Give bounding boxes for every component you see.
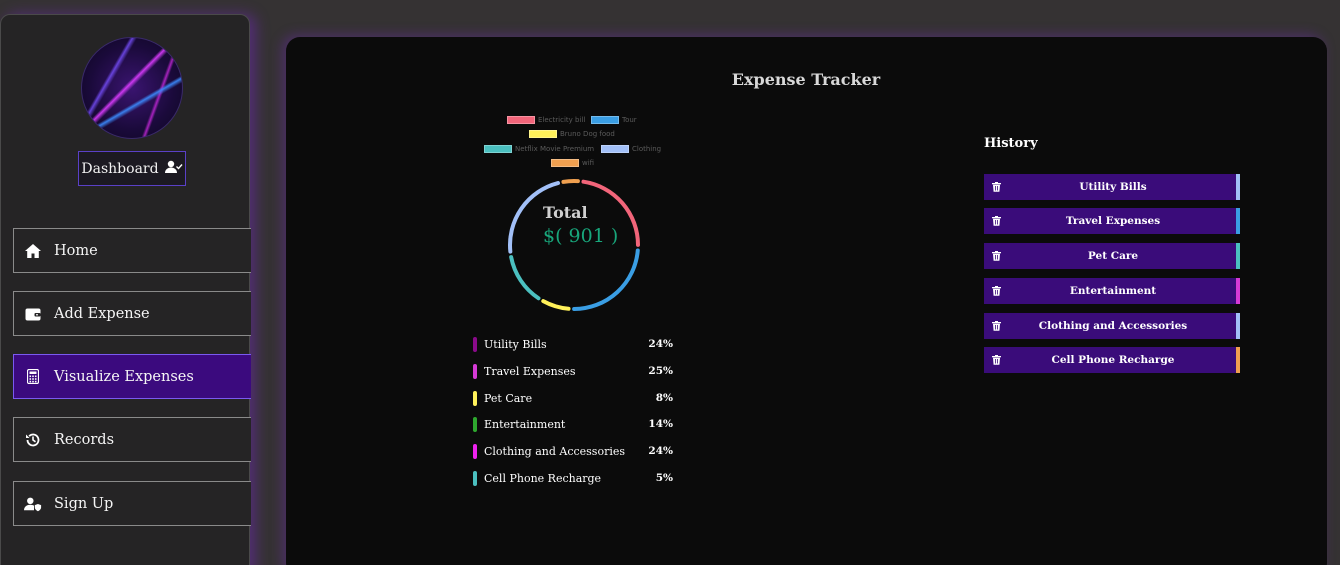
dashboard-button[interactable]: Dashboard: [78, 151, 186, 186]
history-accent: [1236, 347, 1240, 373]
category-percent: 5%: [655, 472, 673, 484]
sidebar-item-label: Home: [54, 242, 98, 259]
wallet-icon: [24, 305, 42, 323]
history-accent: [1236, 174, 1240, 200]
history-label: Entertainment: [1069, 285, 1157, 297]
history-accent: [1236, 243, 1240, 269]
sidebar-item-records[interactable]: Records: [13, 417, 251, 462]
history-accent: [1236, 313, 1240, 339]
category-name: Travel Expenses: [484, 364, 576, 378]
legend-item[interactable]: wifi: [551, 159, 594, 167]
history-icon: [24, 431, 42, 449]
trash-icon[interactable]: [984, 286, 1008, 296]
donut-segment[interactable]: [561, 179, 580, 184]
history-label: Travel Expenses: [1065, 215, 1161, 227]
dashboard-label: Dashboard: [81, 160, 159, 177]
category-color-bar: [473, 390, 477, 406]
donut-segment[interactable]: [509, 255, 541, 301]
category-percent: 14%: [648, 418, 673, 430]
trash-icon[interactable]: [984, 251, 1008, 261]
legend-label: Tour: [622, 116, 637, 124]
category-color-bar: [473, 336, 477, 352]
sidebar-item-visualize-expenses[interactable]: Visualize Expenses: [13, 354, 251, 399]
category-color-bar: [473, 470, 477, 486]
legend-label: Netflix Movie Premium: [515, 145, 595, 153]
history-label: Pet Care: [1087, 250, 1139, 262]
trash-icon[interactable]: [984, 355, 1008, 365]
donut-segment[interactable]: [541, 299, 571, 311]
trash-icon[interactable]: [984, 321, 1008, 331]
main-panel: Expense Tracker Electricity bill Tour Br…: [286, 37, 1327, 565]
category-name: Pet Care: [484, 391, 533, 405]
legend-swatch: [529, 130, 557, 138]
legend-item[interactable]: Electricity bill: [507, 116, 585, 124]
legend-item[interactable]: Clothing: [601, 145, 661, 153]
legend-label: Electricity bill: [538, 116, 586, 124]
history-item[interactable]: Utility Bills: [984, 174, 1240, 200]
sidebar-item-home[interactable]: Home: [13, 228, 251, 273]
legend-item[interactable]: Tour: [591, 116, 637, 124]
avatar: [81, 37, 183, 139]
category-row: Pet Care 8%: [473, 390, 673, 406]
sidebar-item-sign-up[interactable]: Sign Up: [13, 481, 251, 526]
legend-item[interactable]: Bruno Dog food: [529, 130, 615, 138]
category-name: Cell Phone Recharge: [484, 471, 602, 485]
history-title: History: [984, 136, 1038, 151]
legend-label: Bruno Dog food: [560, 130, 615, 138]
history-item[interactable]: Pet Care: [984, 243, 1240, 269]
user-check-icon: [164, 160, 183, 178]
home-icon: [24, 242, 42, 260]
donut-total-amount: $( 901 ): [543, 225, 619, 247]
legend-item[interactable]: Netflix Movie Premium: [484, 145, 594, 153]
category-name: Entertainment: [484, 417, 566, 431]
history-accent: [1236, 278, 1240, 304]
category-percent: 24%: [648, 338, 673, 350]
legend-label: Clothing: [632, 145, 662, 153]
category-name: Utility Bills: [484, 337, 547, 351]
legend-swatch: [484, 145, 512, 153]
category-percent: 25%: [648, 365, 673, 377]
category-color-bar: [473, 363, 477, 379]
history-label: Clothing and Accessories: [1038, 320, 1188, 332]
category-percent: 8%: [655, 392, 673, 404]
history-label: Cell Phone Recharge: [1051, 354, 1175, 366]
legend-swatch: [591, 116, 619, 124]
category-row: Entertainment 14%: [473, 416, 673, 432]
donut-segment[interactable]: [572, 248, 640, 311]
sidebar-item-label: Visualize Expenses: [54, 368, 194, 385]
history-item[interactable]: Entertainment: [984, 278, 1240, 304]
sidebar-item-add-expense[interactable]: Add Expense: [13, 291, 251, 336]
calculator-icon: [24, 368, 42, 386]
history-item[interactable]: Cell Phone Recharge: [984, 347, 1240, 373]
category-row: Travel Expenses 25%: [473, 363, 673, 379]
user-shield-icon: [24, 495, 42, 513]
sidebar: Dashboard Home Add Expense Visualize Exp…: [0, 14, 251, 565]
category-color-bar: [473, 416, 477, 432]
donut-total-label: Total: [543, 203, 588, 222]
history-item[interactable]: Clothing and Accessories: [984, 313, 1240, 339]
category-percent: 24%: [648, 445, 673, 457]
history-item[interactable]: Travel Expenses: [984, 208, 1240, 234]
legend-swatch: [551, 159, 579, 167]
legend-swatch: [507, 116, 535, 124]
sidebar-item-label: Records: [54, 431, 115, 448]
category-name: Clothing and Accessories: [484, 444, 626, 458]
category-row: Clothing and Accessories 24%: [473, 443, 673, 459]
category-row: Utility Bills 24%: [473, 336, 673, 352]
legend-label: wifi: [582, 159, 595, 167]
history-accent: [1236, 208, 1240, 234]
sidebar-item-label: Sign Up: [54, 495, 114, 512]
trash-icon[interactable]: [984, 216, 1008, 226]
category-row: Cell Phone Recharge 5%: [473, 470, 673, 486]
trash-icon[interactable]: [984, 182, 1008, 192]
category-color-bar: [473, 443, 477, 459]
legend-swatch: [601, 145, 629, 153]
sidebar-item-label: Add Expense: [54, 305, 150, 322]
history-label: Utility Bills: [1079, 181, 1147, 193]
page-title: Expense Tracker: [731, 70, 881, 89]
